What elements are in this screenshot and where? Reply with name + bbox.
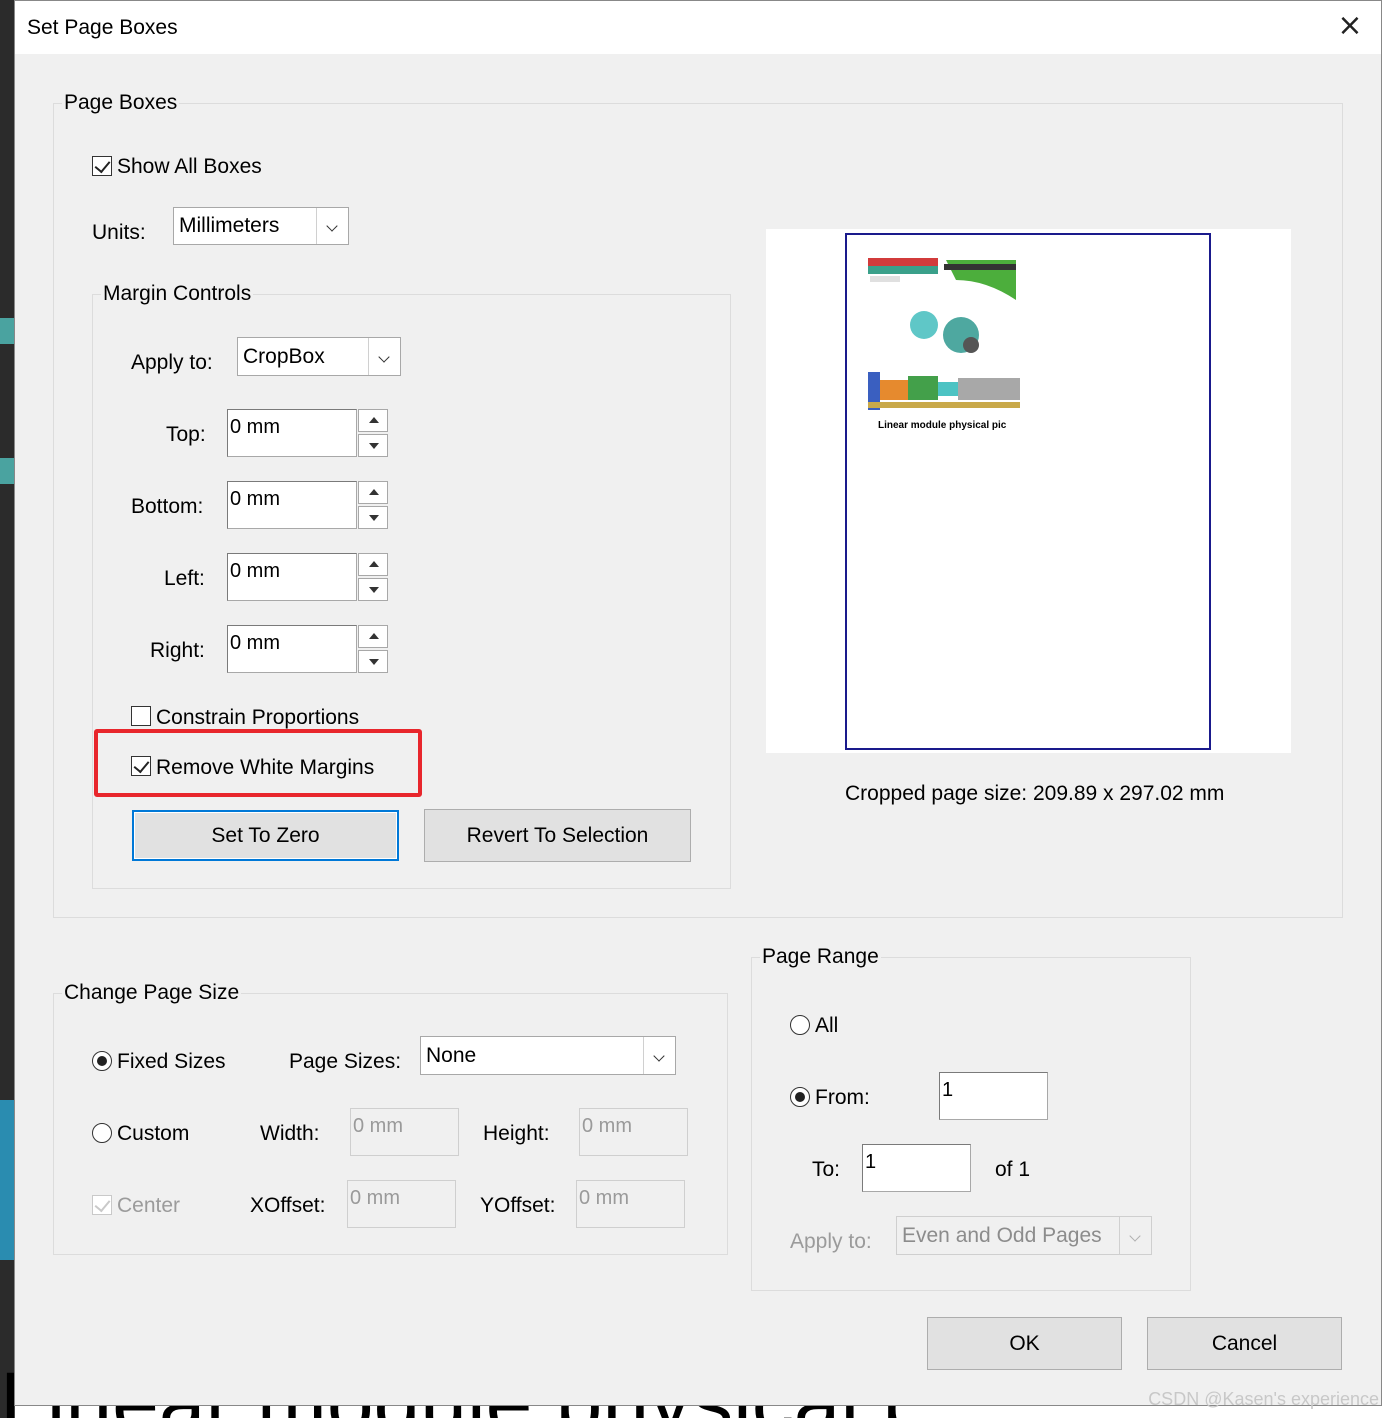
top-label: Top:	[166, 423, 206, 446]
bottom-label: Bottom:	[131, 495, 204, 518]
fixed-sizes-label[interactable]: Fixed Sizes	[117, 1049, 226, 1075]
spin-up-icon[interactable]	[358, 409, 388, 432]
dialog-title: Set Page Boxes	[27, 16, 178, 39]
right-label: Right:	[150, 639, 205, 662]
background-fragment	[0, 458, 14, 484]
spin-down-icon[interactable]	[358, 506, 388, 529]
apply-to-value: CropBox	[243, 344, 325, 368]
preview-figure-thumbnail	[868, 258, 1020, 410]
show-all-boxes-checkbox[interactable]	[92, 156, 112, 176]
top-margin-input[interactable]: 0 mm	[227, 409, 357, 457]
page-range-group-title: Page Range	[760, 944, 881, 970]
spin-down-icon[interactable]	[358, 434, 388, 457]
watermark-text: CSDN @Kasen's experience	[1148, 1389, 1379, 1409]
page-sizes-dropdown[interactable]: None	[420, 1036, 676, 1075]
custom-label[interactable]: Custom	[117, 1121, 189, 1147]
width-label: Width:	[260, 1122, 320, 1145]
center-checkbox[interactable]	[92, 1195, 112, 1215]
width-value: 0 mm	[353, 1115, 403, 1137]
left-margin-value: 0 mm	[230, 560, 280, 582]
spin-up-icon[interactable]	[358, 625, 388, 648]
spin-down-icon[interactable]	[358, 578, 388, 601]
apply-to-label: Apply to:	[131, 351, 213, 374]
annotation-highlight-box	[94, 729, 422, 797]
page-boxes-group-title: Page Boxes	[62, 90, 180, 116]
title-bar: Set Page Boxes ×	[15, 1, 1381, 54]
left-margin-input[interactable]: 0 mm	[227, 553, 357, 601]
center-label[interactable]: Center	[117, 1193, 180, 1219]
preview-figure-caption: Linear module physical pic	[878, 420, 1007, 431]
xoffset-input[interactable]: 0 mm	[347, 1180, 456, 1228]
yoffset-input[interactable]: 0 mm	[576, 1180, 685, 1228]
yoffset-value: 0 mm	[579, 1187, 629, 1209]
units-label: Units:	[92, 221, 146, 244]
left-margin-stepper[interactable]	[358, 553, 388, 601]
from-page-value: 1	[942, 1079, 954, 1101]
width-input[interactable]: 0 mm	[350, 1108, 459, 1156]
to-label: To:	[812, 1158, 841, 1181]
constrain-proportions-label[interactable]: Constrain Proportions	[156, 705, 359, 731]
fixed-sizes-radio[interactable]	[92, 1051, 112, 1071]
spin-up-icon[interactable]	[358, 553, 388, 576]
right-margin-input[interactable]: 0 mm	[227, 625, 357, 673]
from-label[interactable]: From:	[815, 1085, 870, 1111]
range-apply-to-label: Apply to:	[790, 1230, 872, 1253]
range-apply-to-value: Even and Odd Pages	[902, 1223, 1102, 1247]
set-to-zero-button[interactable]: Set To Zero	[132, 810, 399, 861]
all-pages-label[interactable]: All	[815, 1013, 838, 1039]
bottom-margin-input[interactable]: 0 mm	[227, 481, 357, 529]
show-all-boxes-label[interactable]: Show All Boxes	[117, 154, 262, 180]
cancel-button[interactable]: Cancel	[1147, 1317, 1342, 1370]
background-fragment	[0, 1100, 14, 1260]
left-label: Left:	[164, 567, 205, 590]
chevron-down-icon	[368, 338, 400, 375]
to-page-input[interactable]: 1	[862, 1144, 971, 1192]
background-fragment	[0, 318, 14, 344]
height-input[interactable]: 0 mm	[579, 1108, 688, 1156]
page-sizes-value: None	[426, 1043, 477, 1067]
background-window-strip	[0, 0, 14, 1418]
chevron-down-icon	[643, 1037, 675, 1074]
spin-down-icon[interactable]	[358, 650, 388, 673]
spin-up-icon[interactable]	[358, 481, 388, 504]
units-dropdown[interactable]: Millimeters	[173, 207, 349, 245]
margin-controls-group-title: Margin Controls	[101, 281, 254, 307]
ok-button[interactable]: OK	[927, 1317, 1122, 1370]
page-count-text: of 1	[995, 1158, 1031, 1181]
change-page-size-group-title: Change Page Size	[62, 980, 242, 1006]
apply-to-dropdown[interactable]: CropBox	[237, 337, 401, 376]
close-button[interactable]: ×	[1335, 11, 1365, 43]
all-pages-radio[interactable]	[790, 1015, 810, 1035]
custom-radio[interactable]	[92, 1123, 112, 1143]
height-label: Height:	[483, 1122, 550, 1145]
right-margin-value: 0 mm	[230, 632, 280, 654]
right-margin-stepper[interactable]	[358, 625, 388, 673]
page-sizes-label: Page Sizes:	[289, 1050, 402, 1073]
constrain-proportions-checkbox[interactable]	[131, 706, 151, 726]
from-page-input[interactable]: 1	[939, 1072, 1048, 1120]
cropped-page-size-text: Cropped page size: 209.89 x 297.02 mm	[845, 782, 1225, 805]
yoffset-label: YOffset:	[480, 1194, 556, 1217]
bottom-margin-stepper[interactable]	[358, 481, 388, 529]
xoffset-label: XOffset:	[250, 1194, 326, 1217]
units-value: Millimeters	[179, 214, 280, 237]
chevron-down-icon	[1119, 1217, 1151, 1254]
to-page-value: 1	[865, 1151, 877, 1173]
height-value: 0 mm	[582, 1115, 632, 1137]
revert-to-selection-button[interactable]: Revert To Selection	[424, 809, 691, 862]
chevron-down-icon	[316, 208, 348, 244]
bottom-margin-value: 0 mm	[230, 488, 280, 510]
top-margin-value: 0 mm	[230, 416, 280, 438]
top-margin-stepper[interactable]	[358, 409, 388, 457]
xoffset-value: 0 mm	[350, 1187, 400, 1209]
range-apply-to-dropdown[interactable]: Even and Odd Pages	[896, 1216, 1152, 1255]
from-radio[interactable]	[790, 1087, 810, 1107]
